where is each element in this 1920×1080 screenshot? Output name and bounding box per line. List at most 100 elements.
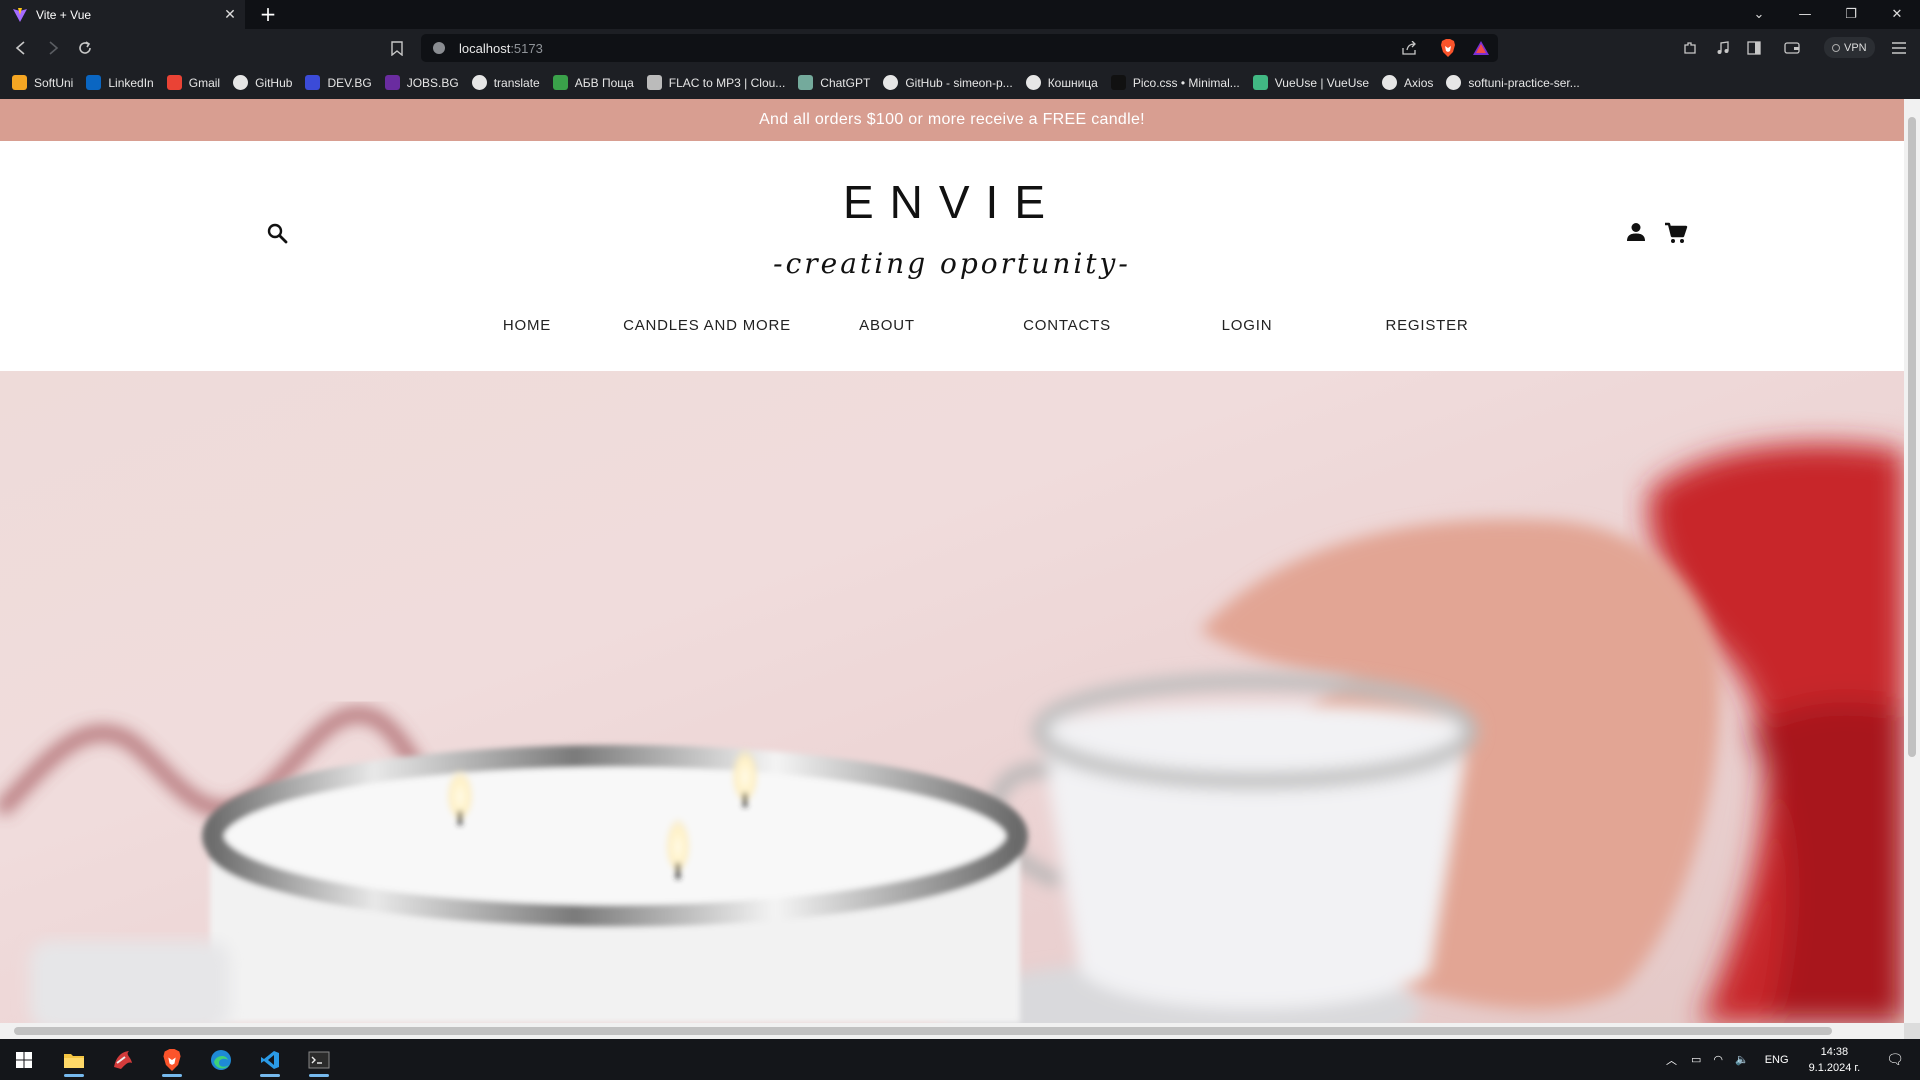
bookmark-item[interactable]: VueUse | VueUse xyxy=(1252,75,1370,90)
bookmark-item[interactable]: SoftUni xyxy=(12,75,73,90)
address-bar[interactable]: localhost:5173 xyxy=(421,34,1498,62)
site-info-icon[interactable] xyxy=(433,42,445,54)
main-menu-button[interactable] xyxy=(1887,36,1911,60)
vscode-taskbar-button[interactable] xyxy=(250,1043,290,1077)
windows-taskbar: ︿ ▭ ◠ 🔈 ENG 14:38 9.1.2024 г. 🗨 xyxy=(0,1039,1920,1080)
tab-search-icon[interactable]: ⌄ xyxy=(1736,0,1782,29)
start-button[interactable] xyxy=(4,1043,44,1077)
terminal-icon xyxy=(308,1051,330,1069)
github-icon xyxy=(883,75,899,90)
bookmark-label: Axios xyxy=(1404,75,1434,90)
nav-about[interactable]: ABOUT xyxy=(859,317,915,334)
account-icon[interactable] xyxy=(1625,221,1647,243)
bookmarks-bar: SoftUni LinkedIn Gmail GitHub DEV.BG JOBS.BG t… xyxy=(0,66,1920,99)
back-arrow-icon xyxy=(15,41,25,55)
restore-button[interactable]: ❐ xyxy=(1828,0,1874,29)
horizontal-scroll-thumb[interactable] xyxy=(14,1027,1832,1035)
reload-button[interactable] xyxy=(73,36,97,60)
forward-button[interactable] xyxy=(41,36,65,60)
bookmark-label: DEV.BG xyxy=(327,75,372,90)
app-taskbar-button[interactable] xyxy=(103,1043,143,1077)
show-hidden-icons-icon[interactable]: ︿ xyxy=(1666,1052,1677,1068)
bookmark-item[interactable]: LinkedIn xyxy=(86,75,154,90)
nav-candles-and-more[interactable]: CANDLES AND MORE xyxy=(623,317,791,334)
clock[interactable]: 14:38 9.1.2024 г. xyxy=(1809,1044,1861,1076)
close-tab-icon[interactable]: ✕ xyxy=(219,6,241,23)
nav-home[interactable]: HOME xyxy=(503,317,551,334)
music-note-icon xyxy=(1717,41,1729,54)
vpn-button[interactable]: VPN xyxy=(1824,37,1875,58)
bookmark-item[interactable]: softuni-practice-ser... xyxy=(1446,75,1580,90)
github-icon xyxy=(233,75,249,90)
notification-center-icon[interactable]: 🗨 xyxy=(1886,1051,1904,1068)
tab-strip: Vite + Vue ✕ + ⌄ — ❐ ✕ xyxy=(0,0,1920,29)
url-port: :5173 xyxy=(510,40,543,56)
scrollbar-corner xyxy=(1904,1023,1920,1039)
bookmark-item[interactable]: ChatGPT xyxy=(798,75,870,90)
github-icon xyxy=(1446,75,1462,90)
page-viewport: And all orders $100 or more receive a FR… xyxy=(0,99,1904,1023)
horizontal-scrollbar[interactable] xyxy=(0,1023,1904,1039)
bookmark-item[interactable]: GitHub - simeon-p... xyxy=(883,75,1013,90)
brand-tagline: -creating oportunity- xyxy=(773,247,1131,280)
bookmark-item[interactable]: Axios xyxy=(1382,75,1433,90)
extensions-button[interactable] xyxy=(1678,36,1702,60)
chatgpt-icon xyxy=(798,75,814,90)
hamburger-menu-icon xyxy=(1892,42,1906,54)
bookmark-label: АБВ Поща xyxy=(574,75,634,90)
jobsbg-icon xyxy=(384,75,400,90)
bookmark-label: ChatGPT xyxy=(820,75,871,90)
cart-icon[interactable] xyxy=(1664,221,1688,245)
brave-rewards-button[interactable] xyxy=(1469,36,1493,60)
minimize-button[interactable]: — xyxy=(1782,0,1828,29)
battery-icon[interactable]: ▭ xyxy=(1691,1053,1701,1066)
pico-icon xyxy=(1110,75,1126,90)
edge-taskbar-button[interactable] xyxy=(201,1043,241,1077)
bookmark-item[interactable]: DEV.BG xyxy=(305,75,372,90)
bookmark-page-button[interactable] xyxy=(385,36,409,60)
vertical-scrollbar[interactable] xyxy=(1904,99,1920,1023)
bookmark-item[interactable]: Gmail xyxy=(166,75,220,90)
new-tab-button[interactable]: + xyxy=(256,2,280,26)
folder-icon xyxy=(64,1054,84,1068)
vpn-label: VPN xyxy=(1844,41,1867,54)
promo-banner: And all orders $100 or more receive a FR… xyxy=(0,99,1904,141)
bookmark-label: SoftUni xyxy=(34,75,74,90)
volume-icon[interactable]: 🔈 xyxy=(1735,1053,1749,1066)
back-button[interactable] xyxy=(9,36,33,60)
bookmark-label: VueUse | VueUse xyxy=(1274,75,1370,90)
tab-title: Vite + Vue xyxy=(36,7,92,22)
brave-shields-button[interactable] xyxy=(1436,36,1460,60)
bookmark-label: softuni-practice-ser... xyxy=(1468,75,1580,90)
wifi-icon[interactable]: ◠ xyxy=(1713,1053,1723,1066)
vertical-scroll-thumb[interactable] xyxy=(1908,117,1916,757)
windows-logo-icon xyxy=(16,1052,32,1068)
media-button[interactable] xyxy=(1711,36,1735,60)
bookmark-label: GitHub xyxy=(255,75,293,90)
brave-lion-icon xyxy=(1441,39,1455,57)
wallet-button[interactable] xyxy=(1780,36,1804,60)
share-button[interactable] xyxy=(1397,36,1421,60)
bookmark-label: JOBS.BG xyxy=(406,75,459,90)
bookmark-label: Кошница xyxy=(1047,75,1098,90)
bookmark-item[interactable]: АБВ Поща xyxy=(552,75,634,90)
bookmark-item[interactable]: Кошница xyxy=(1025,75,1098,90)
bookmark-item[interactable]: translate xyxy=(471,75,540,90)
nav-contacts[interactable]: CONTACTS xyxy=(1023,317,1111,334)
bookmark-item[interactable]: JOBS.BG xyxy=(384,75,459,90)
file-explorer-taskbar-button[interactable] xyxy=(54,1043,94,1077)
terminal-taskbar-button[interactable] xyxy=(299,1043,339,1077)
nav-login[interactable]: LOGIN xyxy=(1222,317,1273,334)
sidebar-toggle-button[interactable] xyxy=(1742,36,1766,60)
brave-taskbar-button[interactable] xyxy=(152,1043,192,1077)
linkedin-icon xyxy=(86,75,102,90)
bookmark-item[interactable]: GitHub xyxy=(233,75,292,90)
bookmark-item[interactable]: Pico.css • Minimal... xyxy=(1110,75,1240,90)
close-window-button[interactable]: ✕ xyxy=(1874,0,1920,29)
brand-logo[interactable]: ENVIE xyxy=(0,175,1904,229)
language-indicator[interactable]: ENG xyxy=(1765,1054,1789,1066)
nav-register[interactable]: REGISTER xyxy=(1385,317,1468,334)
browser-tab[interactable]: Vite + Vue ✕ xyxy=(0,0,245,29)
forward-arrow-icon xyxy=(49,41,59,55)
bookmark-item[interactable]: FLAC to MP3 | Clou... xyxy=(646,75,785,90)
